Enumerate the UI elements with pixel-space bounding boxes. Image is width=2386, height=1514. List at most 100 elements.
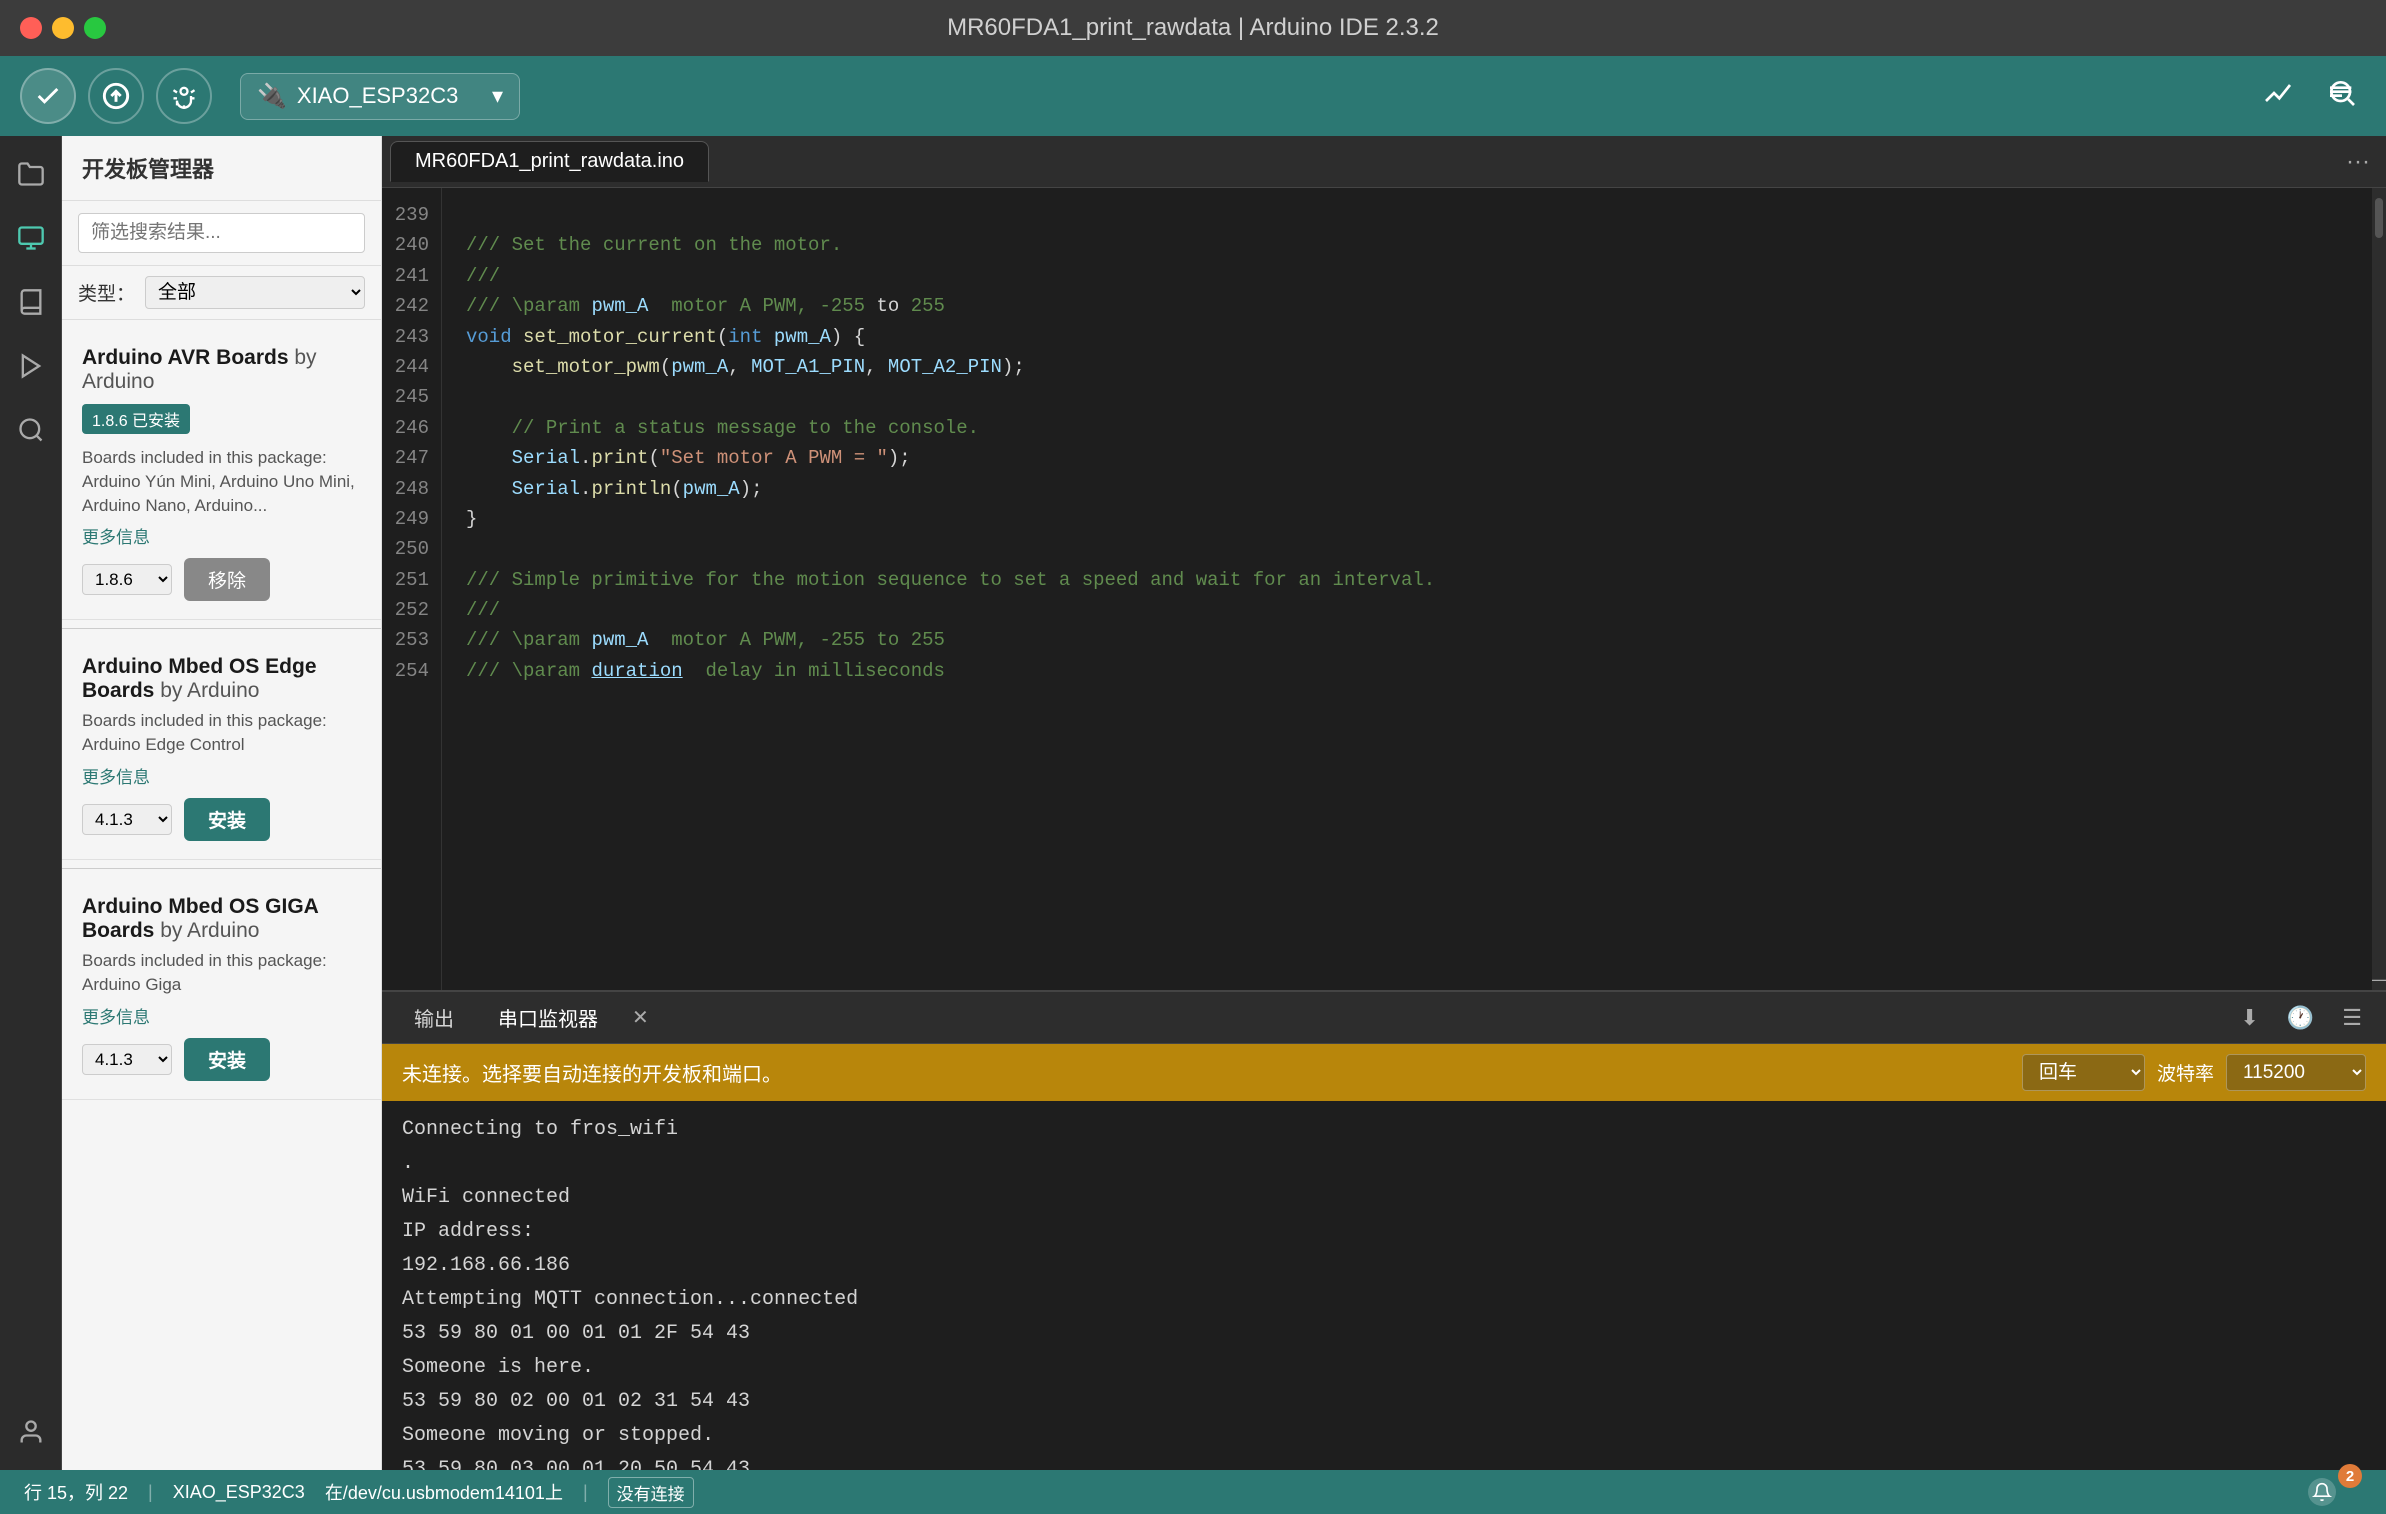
board-avr-version[interactable]: 1.8.6 [82, 564, 172, 595]
close-button[interactable] [20, 17, 42, 39]
board-giga-link[interactable]: 更多信息 [82, 1003, 361, 1028]
serial-panel: 输出 串口监视器 ✕ ⬇ 🕐 ☰ 未连接。选择要自动连接的开发板和端口。 回车 … [382, 990, 2386, 1470]
board-edge-install-button[interactable]: 安装 [184, 798, 270, 841]
status-bar-right: 2 [2308, 1478, 2362, 1506]
debug-button[interactable] [156, 68, 212, 124]
board-avr-remove-button[interactable]: 移除 [184, 558, 270, 601]
notification-badge[interactable] [2308, 1478, 2336, 1506]
serial-status-text: 未连接。选择要自动连接的开发板和端口。 [402, 1058, 782, 1087]
serial-output[interactable]: Connecting to fros_wifi . WiFi connected… [382, 1101, 2386, 1470]
minimize-button[interactable] [52, 17, 74, 39]
search-input[interactable] [78, 213, 365, 253]
code-line-245 [466, 382, 2362, 412]
serial-monitor-tab[interactable]: 串口监视器 [482, 997, 614, 1038]
serial-monitor-close-button[interactable]: ✕ [626, 1003, 655, 1032]
board-item-edge[interactable]: Arduino Mbed OS Edge Boards by Arduino B… [62, 637, 381, 860]
baud-rate-select[interactable]: 300 1200 2400 4800 9600 19200 38400 5760… [2226, 1054, 2366, 1091]
editor-scrollbar[interactable]: — [2372, 188, 2386, 990]
toolbar: 🔌 XIAO_ESP32C3 ▾ [0, 56, 2386, 136]
code-line-241: /// [466, 261, 2362, 291]
line-ending-select[interactable]: 回车 换行 回车换行 无 [2022, 1054, 2145, 1091]
timestamp-button[interactable]: 🕐 [2279, 1001, 2322, 1035]
serial-menu-button[interactable]: ☰ [2334, 1001, 2370, 1035]
serial-line-5: 192.168.66.186 [402, 1249, 2366, 1283]
debug-panel-icon[interactable] [9, 344, 53, 388]
code-line-243: void set_motor_current(int pwm_A) { [466, 322, 2362, 352]
serial-tab-bar: 输出 串口监视器 ✕ ⬇ 🕐 ☰ [382, 992, 2386, 1044]
serial-line-6: Attempting MQTT connection...connected [402, 1283, 2366, 1317]
window-title: MR60FDA1_print_rawdata | Arduino IDE 2.3… [947, 14, 1439, 42]
code-line-253: /// \param pwm_A motor A PWM, -255 to 25… [466, 625, 2362, 655]
code-line-254: /// \param duration delay in millisecond… [466, 656, 2362, 686]
board-avr-footer: 1.8.6 移除 [82, 558, 361, 601]
board-item-giga[interactable]: Arduino Mbed OS GIGA Boards by Arduino B… [62, 877, 381, 1100]
board-giga-version[interactable]: 4.1.3 [82, 1044, 172, 1075]
code-line-244: set_motor_pwm(pwm_A, MOT_A1_PIN, MOT_A2_… [466, 352, 2362, 382]
serial-line-7: 53 59 80 01 00 01 01 2F 54 43 [402, 1317, 2366, 1351]
code-line-240: /// Set the current on the motor. [466, 230, 2362, 260]
serial-line-8: Someone is here. [402, 1351, 2366, 1385]
board-manager-title: 开发板管理器 [62, 136, 381, 201]
filter-row: 类型： 全部 已安装 可更新 [62, 266, 381, 320]
line-numbers: 239 240 241 242 243 244 245 246 247 248 … [382, 188, 442, 990]
board-edge-footer: 4.1.3 安装 [82, 798, 361, 841]
toolbar-right [2254, 69, 2366, 124]
tab-more-button[interactable]: ··· [2338, 144, 2378, 180]
editor-tab-main[interactable]: MR60FDA1_print_rawdata.ino [390, 141, 709, 182]
code-editor[interactable]: 239 240 241 242 243 244 245 246 247 248 … [382, 188, 2386, 990]
board-name: XIAO_ESP32C3 [297, 83, 458, 109]
serial-line-1: Connecting to fros_wifi [402, 1113, 2366, 1147]
serial-controls: 回车 换行 回车换行 无 波特率 300 1200 2400 4800 9600… [2022, 1054, 2366, 1091]
dropdown-arrow: ▾ [492, 83, 503, 109]
board-avr-link[interactable]: 更多信息 [82, 523, 361, 548]
usb-icon: 🔌 [257, 82, 287, 111]
board-edge-version[interactable]: 4.1.3 [82, 804, 172, 835]
title-bar: MR60FDA1_print_rawdata | Arduino IDE 2.3… [0, 0, 2386, 56]
port-status: 在/dev/cu.usbmodem14101上 [325, 1479, 563, 1505]
code-content[interactable]: /// Set the current on the motor. /// //… [442, 188, 2386, 990]
serial-line-10: Someone moving or stopped. [402, 1419, 2366, 1453]
folder-icon[interactable] [9, 152, 53, 196]
board-avr-desc: Boards included in this package: Arduino… [82, 446, 361, 517]
board-edge-desc: Boards included in this package: Arduino… [82, 709, 361, 757]
code-line-252: /// [466, 595, 2362, 625]
code-line-239 [466, 200, 2362, 230]
board-edge-link[interactable]: 更多信息 [82, 763, 361, 788]
code-line-242: /// \param pwm_A motor A PWM, -255 to 25… [466, 291, 2362, 321]
board-giga-install-button[interactable]: 安装 [184, 1038, 270, 1081]
output-tab[interactable]: 输出 [398, 997, 470, 1038]
maximize-button[interactable] [84, 17, 106, 39]
filter-select[interactable]: 全部 已安装 可更新 [145, 276, 365, 309]
code-line-249: } [466, 504, 2362, 534]
board-edge-title: Arduino Mbed OS Edge Boards by Arduino [82, 655, 361, 703]
serial-chart-button[interactable] [2254, 69, 2302, 124]
verify-button[interactable] [20, 68, 76, 124]
window-controls [20, 17, 106, 39]
search-panel-icon[interactable] [9, 408, 53, 452]
search-in-files-button[interactable] [2318, 69, 2366, 124]
serial-line-2: . [402, 1147, 2366, 1181]
upload-button[interactable] [88, 68, 144, 124]
boards-manager-icon[interactable] [9, 216, 53, 260]
code-line-251: /// Simple primitive for the motion sequ… [466, 565, 2362, 595]
serial-tabs-right: ⬇ 🕐 ☰ [2232, 1001, 2370, 1035]
library-icon[interactable] [9, 280, 53, 324]
baud-rate-label: 波特率 [2157, 1059, 2214, 1086]
user-icon[interactable] [9, 1410, 53, 1454]
search-container [62, 201, 381, 266]
board-item-avr[interactable]: Arduino AVR Boards by Arduino 1.8.6 已安装 … [62, 328, 381, 620]
serial-line-4: IP address: [402, 1215, 2366, 1249]
scroll-down-button[interactable]: ⬇ [2232, 1001, 2266, 1035]
code-line-248: Serial.println(pwm_A); [466, 474, 2362, 504]
serial-status-bar: 未连接。选择要自动连接的开发板和端口。 回车 换行 回车换行 无 波特率 300… [382, 1044, 2386, 1101]
code-line-247: Serial.print("Set motor A PWM = "); [466, 443, 2362, 473]
board-manager-panel: 开发板管理器 类型： 全部 已安装 可更新 Arduino AVR Boards… [62, 136, 382, 1470]
board-giga-desc: Boards included in this package: Arduino… [82, 949, 361, 997]
main-content: 开发板管理器 类型： 全部 已安装 可更新 Arduino AVR Boards… [0, 136, 2386, 1470]
serial-line-11: 53 59 80 03 00 01 20 50 54 43 [402, 1453, 2366, 1470]
editor-area: MR60FDA1_print_rawdata.ino ··· 239 240 2… [382, 136, 2386, 1470]
board-giga-footer: 4.1.3 安装 [82, 1038, 361, 1081]
board-selector[interactable]: 🔌 XIAO_ESP32C3 ▾ [240, 73, 520, 120]
board-list: Arduino AVR Boards by Arduino 1.8.6 已安装 … [62, 320, 381, 1470]
code-line-246: // Print a status message to the console… [466, 413, 2362, 443]
